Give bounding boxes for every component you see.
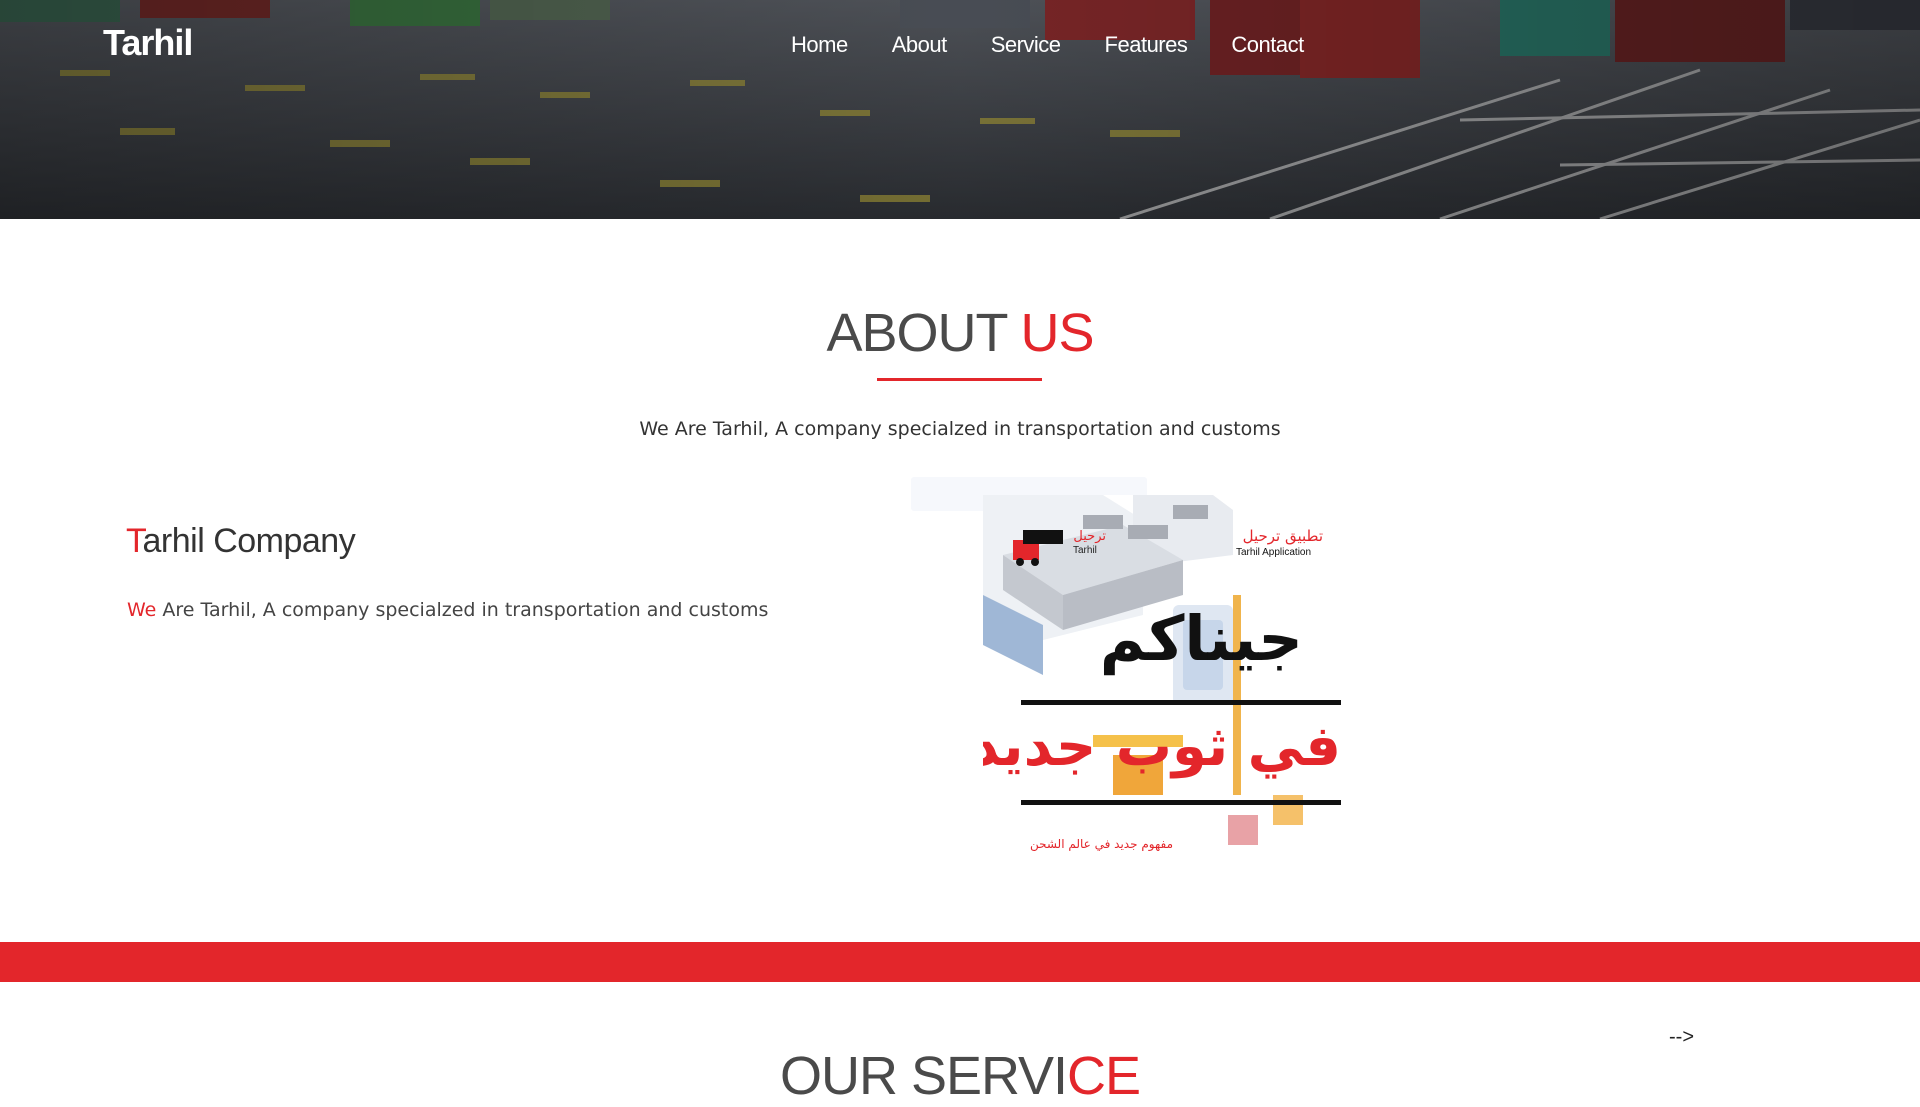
service-title-accent: CE — [1067, 1046, 1141, 1106]
hero-banner: Tarhil Home About Service Features Conta… — [0, 0, 1920, 219]
promo-headline2-ar: في ثوب جديد — [983, 714, 1341, 779]
company-text-rest: Are Tarhil, A company specialzed in tran… — [156, 599, 769, 621]
service-title-main: OUR SERVI — [779, 1046, 1068, 1106]
promo-image: ترحيل Tarhil تطبيق ترحيل Tarhil Applicat… — [970, 495, 1358, 855]
about-subtitle: We Are Tarhil, A company specialzed in t… — [639, 418, 1281, 440]
promo-headline-ar: جيناكم — [1100, 602, 1303, 675]
red-divider-band — [0, 942, 1920, 982]
company-description: We Are Tarhil, A company specialzed in t… — [127, 599, 768, 621]
promo-illustration: ترحيل Tarhil تطبيق ترحيل Tarhil Applicat… — [970, 495, 1341, 852]
promo-tagline-ar: مفهوم جديد في عالم الشحن — [1030, 837, 1173, 852]
nav-home[interactable]: Home — [791, 32, 848, 58]
about-title-main: ABOUT — [826, 303, 1007, 363]
nav-service[interactable]: Service — [991, 32, 1061, 58]
service-section-title: OUR SERVICE — [0, 1045, 1920, 1107]
company-text-first-word: We — [127, 599, 157, 621]
promo-app-en: Tarhil Application — [1236, 547, 1311, 558]
brand-logo[interactable]: Tarhil — [103, 22, 193, 64]
about-title-accent: US — [1020, 303, 1095, 363]
promo-app-ar: تطبيق ترحيل — [1243, 527, 1323, 545]
main-nav: Home About Service Features Contact — [791, 32, 1348, 58]
nav-contact[interactable]: Contact — [1231, 32, 1304, 58]
about-section-title: ABOUT US — [0, 302, 1920, 364]
title-underline — [877, 378, 1042, 381]
company-title-first-letter: T — [126, 522, 143, 560]
company-title: Tarhil Company — [126, 522, 356, 561]
company-title-rest: arhil Company — [142, 522, 356, 560]
promo-logo-ar: ترحيل — [1073, 529, 1106, 544]
promo-logo-en: Tarhil — [1073, 545, 1097, 556]
nav-about[interactable]: About — [892, 32, 948, 58]
nav-features[interactable]: Features — [1105, 32, 1188, 58]
